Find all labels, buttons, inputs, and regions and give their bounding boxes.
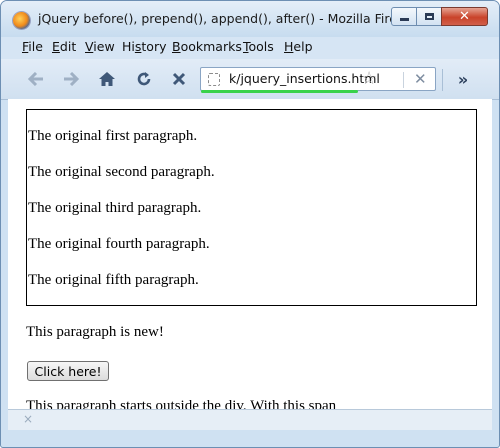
div-paragraph-4: The original fourth paragraph. xyxy=(28,236,210,252)
menu-bar: File Edit View History Bookmarks Tools H… xyxy=(1,37,499,59)
menu-help[interactable]: Help xyxy=(284,39,313,54)
minimize-button[interactable] xyxy=(391,7,417,26)
close-window-button[interactable]: ✕ xyxy=(441,7,488,26)
navigation-toolbar: k/jquery_insertions.html ☆ ✕ » xyxy=(1,59,499,100)
window-title: jQuery before(), prepend(), append(), af… xyxy=(38,11,417,26)
menu-view[interactable]: View xyxy=(85,39,115,54)
div-paragraph-5: The original fifth paragraph. xyxy=(28,272,199,288)
div-paragraph-3: The original third paragraph. xyxy=(28,200,202,216)
menu-edit[interactable]: Edit xyxy=(52,39,76,54)
find-bar: × xyxy=(8,409,492,430)
outside-paragraph: This paragraph starts outside the div. W… xyxy=(26,398,337,409)
clear-address-icon[interactable]: ✕ xyxy=(414,70,427,88)
home-icon xyxy=(99,72,115,86)
address-text[interactable]: k/jquery_insertions.html xyxy=(229,71,380,86)
forward-arrow-icon xyxy=(64,72,79,86)
reload-icon xyxy=(137,72,151,86)
toolbar-divider xyxy=(442,69,443,91)
title-bar[interactable]: jQuery before(), prepend(), append(), af… xyxy=(1,1,499,37)
forward-button[interactable] xyxy=(59,67,83,91)
back-arrow-icon xyxy=(28,72,43,86)
bookmark-star-icon[interactable]: ☆ xyxy=(361,69,377,89)
menu-bookmarks[interactable]: Bookmarks xyxy=(172,39,242,54)
div-paragraph-1: The original first paragraph. xyxy=(28,128,198,144)
container-div: The original first paragraph. The origin… xyxy=(26,109,477,306)
page-load-progress xyxy=(201,90,358,93)
div-paragraph-2: The original second paragraph. xyxy=(28,164,215,180)
close-find-bar-icon[interactable]: × xyxy=(23,412,33,426)
address-divider xyxy=(403,72,404,88)
maximize-button[interactable] xyxy=(416,7,442,26)
reload-button[interactable] xyxy=(132,67,156,91)
click-here-button[interactable]: Click here! xyxy=(27,361,109,381)
firefox-logo-icon xyxy=(13,12,30,29)
menu-history[interactable]: History xyxy=(122,39,166,54)
menu-tools[interactable]: Tools xyxy=(243,39,274,54)
new-paragraph: This paragraph is new! xyxy=(26,324,164,340)
page-content: The original first paragraph. The origin… xyxy=(8,99,492,409)
maximize-icon xyxy=(424,13,434,20)
close-icon: ✕ xyxy=(459,9,470,24)
browser-window: jQuery before(), prepend(), append(), af… xyxy=(0,0,500,448)
menu-file[interactable]: File xyxy=(22,39,43,54)
page-icon xyxy=(208,73,220,86)
minimize-icon xyxy=(399,18,409,21)
back-button[interactable] xyxy=(24,67,48,91)
stop-button[interactable] xyxy=(167,67,191,91)
toolbar-overflow-chevron-icon[interactable]: » xyxy=(452,67,474,91)
home-button[interactable] xyxy=(95,67,119,91)
address-bar[interactable]: k/jquery_insertions.html ☆ ✕ xyxy=(200,67,436,93)
stop-icon xyxy=(172,72,186,86)
